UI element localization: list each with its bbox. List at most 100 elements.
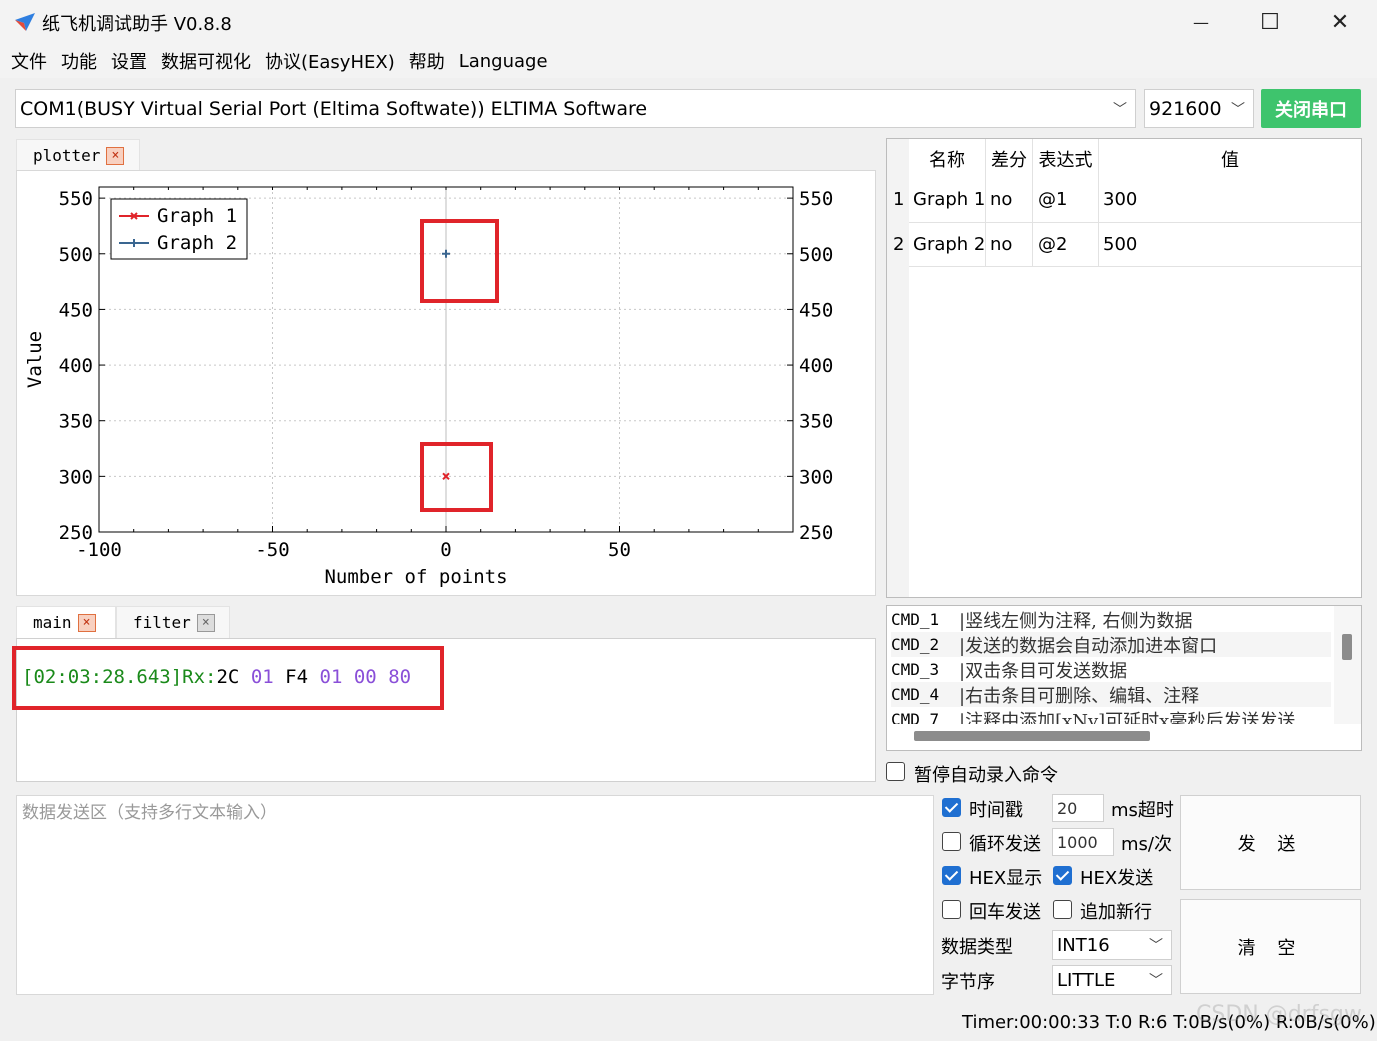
cmd-key: CMD_2	[891, 635, 940, 654]
y-tick-label-left: 500	[59, 244, 93, 266]
byte-order-label: 字节序	[941, 972, 995, 993]
cmd-key: CMD_3	[891, 660, 940, 679]
menu-help[interactable]: 帮助	[402, 48, 452, 74]
close-tab-icon[interactable]: ×	[196, 613, 215, 632]
x-tick-label: 50	[608, 539, 631, 561]
clear-button[interactable]: 清 空	[1180, 899, 1361, 994]
chevron-down-icon: ﹀	[1231, 101, 1245, 118]
y-axis-label: Value	[24, 331, 46, 388]
chevron-down-icon: ﹀	[1149, 973, 1163, 989]
hex-send-label: HEX发送	[1080, 868, 1154, 889]
menu-language[interactable]: Language	[452, 51, 555, 72]
cmd-text: |右击条目可删除、编辑、注释	[959, 685, 1200, 707]
timeout-unit-label: ms超时	[1111, 800, 1174, 821]
data-type-select[interactable]: INT16 ﹀	[1052, 930, 1172, 960]
scrollbar-thumb[interactable]	[914, 731, 1150, 741]
list-item[interactable]: CMD_2 |发送的数据会自动添加进本窗口	[891, 632, 1331, 657]
vertical-scrollbar[interactable]	[1334, 606, 1361, 724]
cell-name: Graph 1	[913, 188, 986, 210]
byte-order-select[interactable]: LITTLE ﹀	[1052, 965, 1172, 995]
data-type-value: INT16	[1057, 934, 1110, 956]
cell-diff: no	[990, 233, 1013, 255]
close-window-button[interactable]: ✕	[1306, 0, 1374, 44]
hex-display-checkbox[interactable]	[942, 866, 961, 885]
cmd-key: CMD_4	[891, 685, 940, 704]
hex-send-checkbox[interactable]	[1053, 866, 1072, 885]
column-divider	[1098, 139, 1099, 267]
hex-display-label: HEX显示	[969, 868, 1043, 889]
menu-settings[interactable]: 设置	[104, 48, 154, 74]
paper-plane-icon	[15, 13, 35, 31]
tab-filter[interactable]: filter ×	[116, 606, 230, 638]
minimize-button[interactable]: —	[1167, 0, 1235, 44]
list-item[interactable]: CMD_1 |竖线左侧为注释, 右侧为数据	[891, 607, 1331, 632]
y-tick-label-left: 450	[59, 299, 93, 321]
send-button[interactable]: 发 送	[1180, 795, 1361, 890]
x-tick-label: -50	[255, 539, 289, 561]
send-textarea[interactable]	[16, 795, 934, 995]
column-header-value[interactable]: 值	[1099, 139, 1361, 179]
y-tick-label-right: 450	[799, 299, 833, 321]
cell-expression: @1	[1038, 188, 1068, 210]
baud-select[interactable]: 921600 ﹀	[1144, 89, 1254, 128]
row-index: 2	[893, 233, 905, 255]
cell-value: 500	[1103, 233, 1138, 255]
variable-table: 名称 差分 表达式 值 1 Graph 1 no @1 300 2 Graph …	[886, 138, 1362, 598]
maximize-button[interactable]: ☐	[1236, 0, 1304, 44]
pause-auto-record-checkbox[interactable]	[886, 762, 905, 781]
pause-auto-record-label: 暂停自动录入命令	[914, 765, 1058, 786]
y-tick-label-right: 350	[799, 411, 833, 433]
scrollbar-thumb[interactable]	[1342, 634, 1352, 660]
port-select[interactable]: COM1(BUSY Virtual Serial Port (Eltima So…	[15, 89, 1136, 128]
list-item[interactable]: CMD_4 |右击条目可删除、编辑、注释	[891, 682, 1331, 707]
y-tick-label-right: 500	[799, 244, 833, 266]
tab-label: filter	[133, 613, 191, 632]
x-axis-label: Number of points	[324, 566, 507, 588]
cmd-text: |竖线左侧为注释, 右侧为数据	[959, 610, 1193, 632]
cmd-key: CMD_1	[891, 610, 940, 629]
cell-name: Graph 2	[913, 233, 986, 255]
column-divider	[1032, 139, 1033, 267]
menu-file[interactable]: 文件	[4, 48, 54, 74]
timestamp-checkbox[interactable]	[942, 798, 961, 817]
tab-main[interactable]: main ×	[16, 606, 116, 638]
column-header-name[interactable]: 名称	[909, 139, 986, 179]
close-port-button[interactable]: 关闭串口	[1261, 89, 1361, 128]
tab-plotter[interactable]: plotter ×	[16, 139, 140, 171]
list-item[interactable]: CMD_3 |双击条目可发送数据	[891, 657, 1331, 682]
column-header-diff[interactable]: 差分	[986, 139, 1033, 179]
loop-interval-input[interactable]: 1000	[1052, 828, 1114, 856]
enter-send-checkbox[interactable]	[942, 900, 961, 919]
cell-expression: @2	[1038, 233, 1068, 255]
command-list: CMD_1 |竖线左侧为注释, 右侧为数据 CMD_2 |发送的数据会自动添加进本窗…	[886, 605, 1362, 751]
highlight-box	[12, 646, 444, 710]
tab-label: main	[33, 613, 72, 632]
y-tick-label-right: 300	[799, 466, 833, 488]
timeout-input[interactable]: 20	[1052, 794, 1104, 822]
loop-send-checkbox[interactable]	[942, 832, 961, 851]
menu-visualization[interactable]: 数据可视化	[154, 48, 258, 74]
window-title: 纸飞机调试助手 V0.8.8	[42, 14, 232, 35]
cell-value: 300	[1103, 188, 1138, 210]
cmd-text: |双击条目可发送数据	[959, 660, 1128, 682]
loop-send-label: 循环发送	[969, 834, 1041, 855]
watermark: CSDN @drfsgw	[1196, 1002, 1362, 1027]
close-tab-icon[interactable]: ×	[106, 146, 125, 165]
horizontal-scrollbar[interactable]	[887, 724, 1361, 750]
byte-order-value: LITTLE	[1057, 969, 1116, 991]
column-header-expression[interactable]: 表达式	[1033, 139, 1099, 179]
y-tick-label-left: 550	[59, 188, 93, 210]
close-tab-icon[interactable]: ×	[77, 613, 96, 632]
append-newline-checkbox[interactable]	[1053, 900, 1072, 919]
cmd-text: |发送的数据会自动添加进本窗口	[959, 635, 1218, 657]
maximize-icon: ☐	[1260, 9, 1280, 35]
menu-function[interactable]: 功能	[54, 48, 104, 74]
menu-protocol[interactable]: 协议(EasyHEX)	[258, 48, 402, 74]
menu-bar: 文件 功能 设置 数据可视化 协议(EasyHEX) 帮助 Language	[0, 44, 1377, 78]
chevron-down-icon: ﹀	[1113, 101, 1127, 118]
y-tick-label-right: 250	[799, 522, 833, 544]
minimize-icon: —	[1193, 12, 1209, 32]
highlight-box	[420, 219, 499, 303]
cell-diff: no	[990, 188, 1013, 210]
timestamp-label: 时间戳	[969, 800, 1023, 821]
